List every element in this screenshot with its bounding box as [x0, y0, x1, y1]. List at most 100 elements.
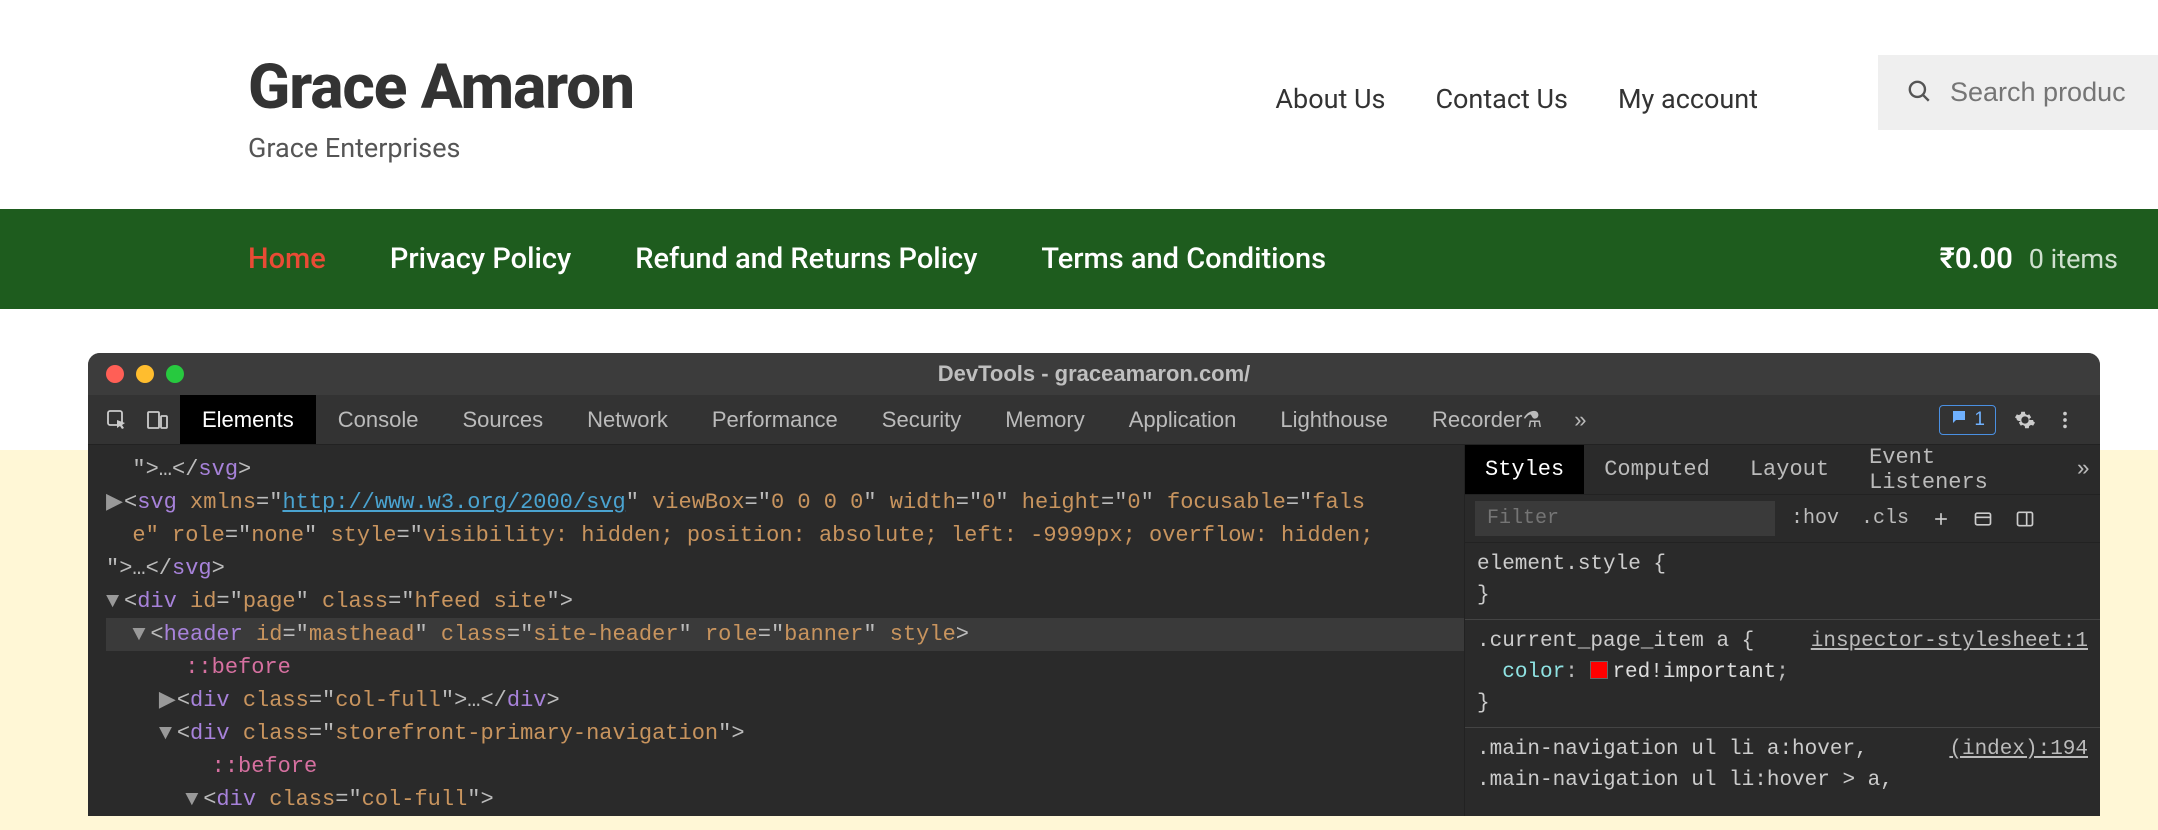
dom-attr: id: [190, 589, 216, 614]
dom-attr: xmlns: [190, 490, 256, 515]
top-nav: About Us Contact Us My account: [1275, 55, 1758, 115]
dom-attr-val: col-full: [335, 688, 441, 713]
nav-about[interactable]: About Us: [1275, 83, 1385, 115]
styles-rules[interactable]: element.style { } .current_page_item a {…: [1465, 543, 2100, 810]
css-prop[interactable]: color: [1502, 661, 1565, 684]
dom-attr: class: [243, 688, 309, 713]
dom-tag: div: [507, 688, 547, 713]
source-link[interactable]: (index):194: [1949, 734, 2088, 765]
tab-network[interactable]: Network: [565, 395, 690, 444]
inspect-icon[interactable]: [100, 403, 134, 437]
elements-tree[interactable]: ">…</svg> ▶<svg xmlns="http://www.w3.org…: [88, 445, 1464, 816]
dom-attr: width: [890, 490, 956, 515]
settings-icon[interactable]: [2008, 403, 2042, 437]
dom-attr-val: 0: [982, 490, 995, 515]
tab-recorder-label: Recorder: [1432, 407, 1522, 433]
dom-line[interactable]: ▼<div class="storefront-primary-navigati…: [106, 717, 1464, 750]
tab-computed[interactable]: Computed: [1584, 445, 1730, 494]
dom-tag: header: [164, 622, 243, 647]
site-tagline: Grace Enterprises: [248, 132, 634, 164]
close-icon[interactable]: [106, 365, 124, 383]
tab-security[interactable]: Security: [860, 395, 983, 444]
dom-attr: class: [322, 589, 388, 614]
dom-attr-val: none: [251, 523, 304, 548]
site-branding: Grace Amaron Grace Enterprises: [248, 55, 634, 164]
search-input[interactable]: [1950, 77, 2130, 108]
tab-memory[interactable]: Memory: [983, 395, 1106, 444]
dom-attr-val: visibility: hidden; position: absolute; …: [423, 523, 1374, 548]
style-rule[interactable]: .current_page_item a {inspector-styleshe…: [1477, 626, 2088, 719]
new-style-rule-icon[interactable]: [1925, 509, 1957, 529]
dom-attr-val: hfeed site: [414, 589, 546, 614]
tab-layout[interactable]: Layout: [1730, 445, 1849, 494]
site-title[interactable]: Grace Amaron: [248, 55, 634, 120]
device-toggle-icon[interactable]: [140, 403, 174, 437]
window-controls: [106, 365, 184, 383]
dom-line[interactable]: ▼<div id="page" class="hfeed site">: [106, 585, 1464, 618]
caret-icon[interactable]: ▼: [159, 717, 177, 750]
hov-toggle[interactable]: :hov: [1785, 507, 1845, 530]
dom-line[interactable]: ">…</svg>: [106, 453, 1464, 486]
tabs-overflow-icon[interactable]: »: [1564, 407, 1596, 433]
dom-attr: height: [1022, 490, 1101, 515]
tab-console[interactable]: Console: [316, 395, 441, 444]
dom-tag: div: [190, 721, 230, 746]
dom-line[interactable]: ">…</svg>: [106, 552, 1464, 585]
devtools-body: ">…</svg> ▶<svg xmlns="http://www.w3.org…: [88, 445, 2100, 816]
brace: }: [1477, 692, 1490, 715]
tab-styles[interactable]: Styles: [1465, 445, 1584, 494]
search-box[interactable]: [1878, 55, 2158, 130]
nav-refund[interactable]: Refund and Returns Policy: [635, 242, 977, 276]
tab-elements[interactable]: Elements: [180, 395, 316, 444]
tab-performance[interactable]: Performance: [690, 395, 860, 444]
dom-attr: style: [330, 523, 396, 548]
caret-icon[interactable]: ▶: [106, 486, 124, 519]
dom-attr: class: [243, 721, 309, 746]
nav-contact[interactable]: Contact Us: [1435, 83, 1568, 115]
issues-badge[interactable]: 1: [1939, 405, 1996, 435]
nav-account[interactable]: My account: [1618, 83, 1758, 115]
tab-event-listeners[interactable]: Event Listeners: [1849, 445, 2067, 494]
nav-privacy[interactable]: Privacy Policy: [390, 242, 571, 276]
dom-line[interactable]: ::before: [106, 750, 1464, 783]
tab-sources[interactable]: Sources: [440, 395, 565, 444]
dom-attr: role: [705, 622, 758, 647]
dom-attr-val: site-header: [533, 622, 678, 647]
toggle-sidebar-icon[interactable]: [2009, 509, 2041, 529]
tab-application[interactable]: Application: [1107, 395, 1259, 444]
dom-line[interactable]: ▶<svg xmlns="http://www.w3.org/2000/svg"…: [106, 486, 1464, 519]
caret-icon[interactable]: ▼: [106, 585, 124, 618]
style-rule[interactable]: element.style { }: [1477, 549, 2088, 611]
dom-line[interactable]: ▶<div class="col-full">…</div>: [106, 684, 1464, 717]
computed-styles-icon[interactable]: [1967, 509, 1999, 529]
styles-filter-input[interactable]: [1475, 501, 1775, 536]
rule-divider: [1465, 619, 2100, 620]
issues-icon: [1950, 408, 1968, 432]
color-swatch-icon[interactable]: [1590, 661, 1608, 679]
caret-icon[interactable]: ▶: [159, 684, 177, 717]
devtools-titlebar[interactable]: DevTools - graceamaron.com/: [88, 353, 2100, 395]
source-link[interactable]: inspector-stylesheet:1: [1811, 626, 2088, 657]
tab-recorder[interactable]: Recorder ⚗: [1410, 395, 1564, 444]
dom-pseudo: ::before: [212, 754, 318, 779]
dom-attr-val: http://www.w3.org/2000/svg: [282, 490, 625, 515]
dom-attr: id: [256, 622, 282, 647]
minimize-icon[interactable]: [136, 365, 154, 383]
css-val[interactable]: red: [1612, 661, 1650, 684]
dom-line[interactable]: ::before: [106, 651, 1464, 684]
caret-icon[interactable]: ▼: [132, 618, 150, 651]
style-rule[interactable]: .main-navigation ul li a:hover,(index):1…: [1477, 734, 2088, 796]
more-icon[interactable]: [2048, 403, 2082, 437]
maximize-icon[interactable]: [166, 365, 184, 383]
tab-lighthouse[interactable]: Lighthouse: [1258, 395, 1410, 444]
dom-line[interactable]: e" role="none" style="visibility: hidden…: [106, 519, 1464, 552]
dom-attr-val: 0 0 0 0: [771, 490, 863, 515]
dom-line-selected[interactable]: ▼<header id="masthead" class="site-heade…: [106, 618, 1464, 651]
cls-toggle[interactable]: .cls: [1855, 507, 1915, 530]
nav-home[interactable]: Home: [248, 242, 326, 276]
cart-link[interactable]: ₹0.00 0 items: [1940, 242, 2158, 276]
styles-tabs-overflow-icon[interactable]: »: [2067, 457, 2100, 482]
primary-nav: Home Privacy Policy Refund and Returns P…: [248, 242, 1326, 276]
nav-terms[interactable]: Terms and Conditions: [1041, 242, 1326, 276]
dom-attr-val: masthead: [309, 622, 415, 647]
